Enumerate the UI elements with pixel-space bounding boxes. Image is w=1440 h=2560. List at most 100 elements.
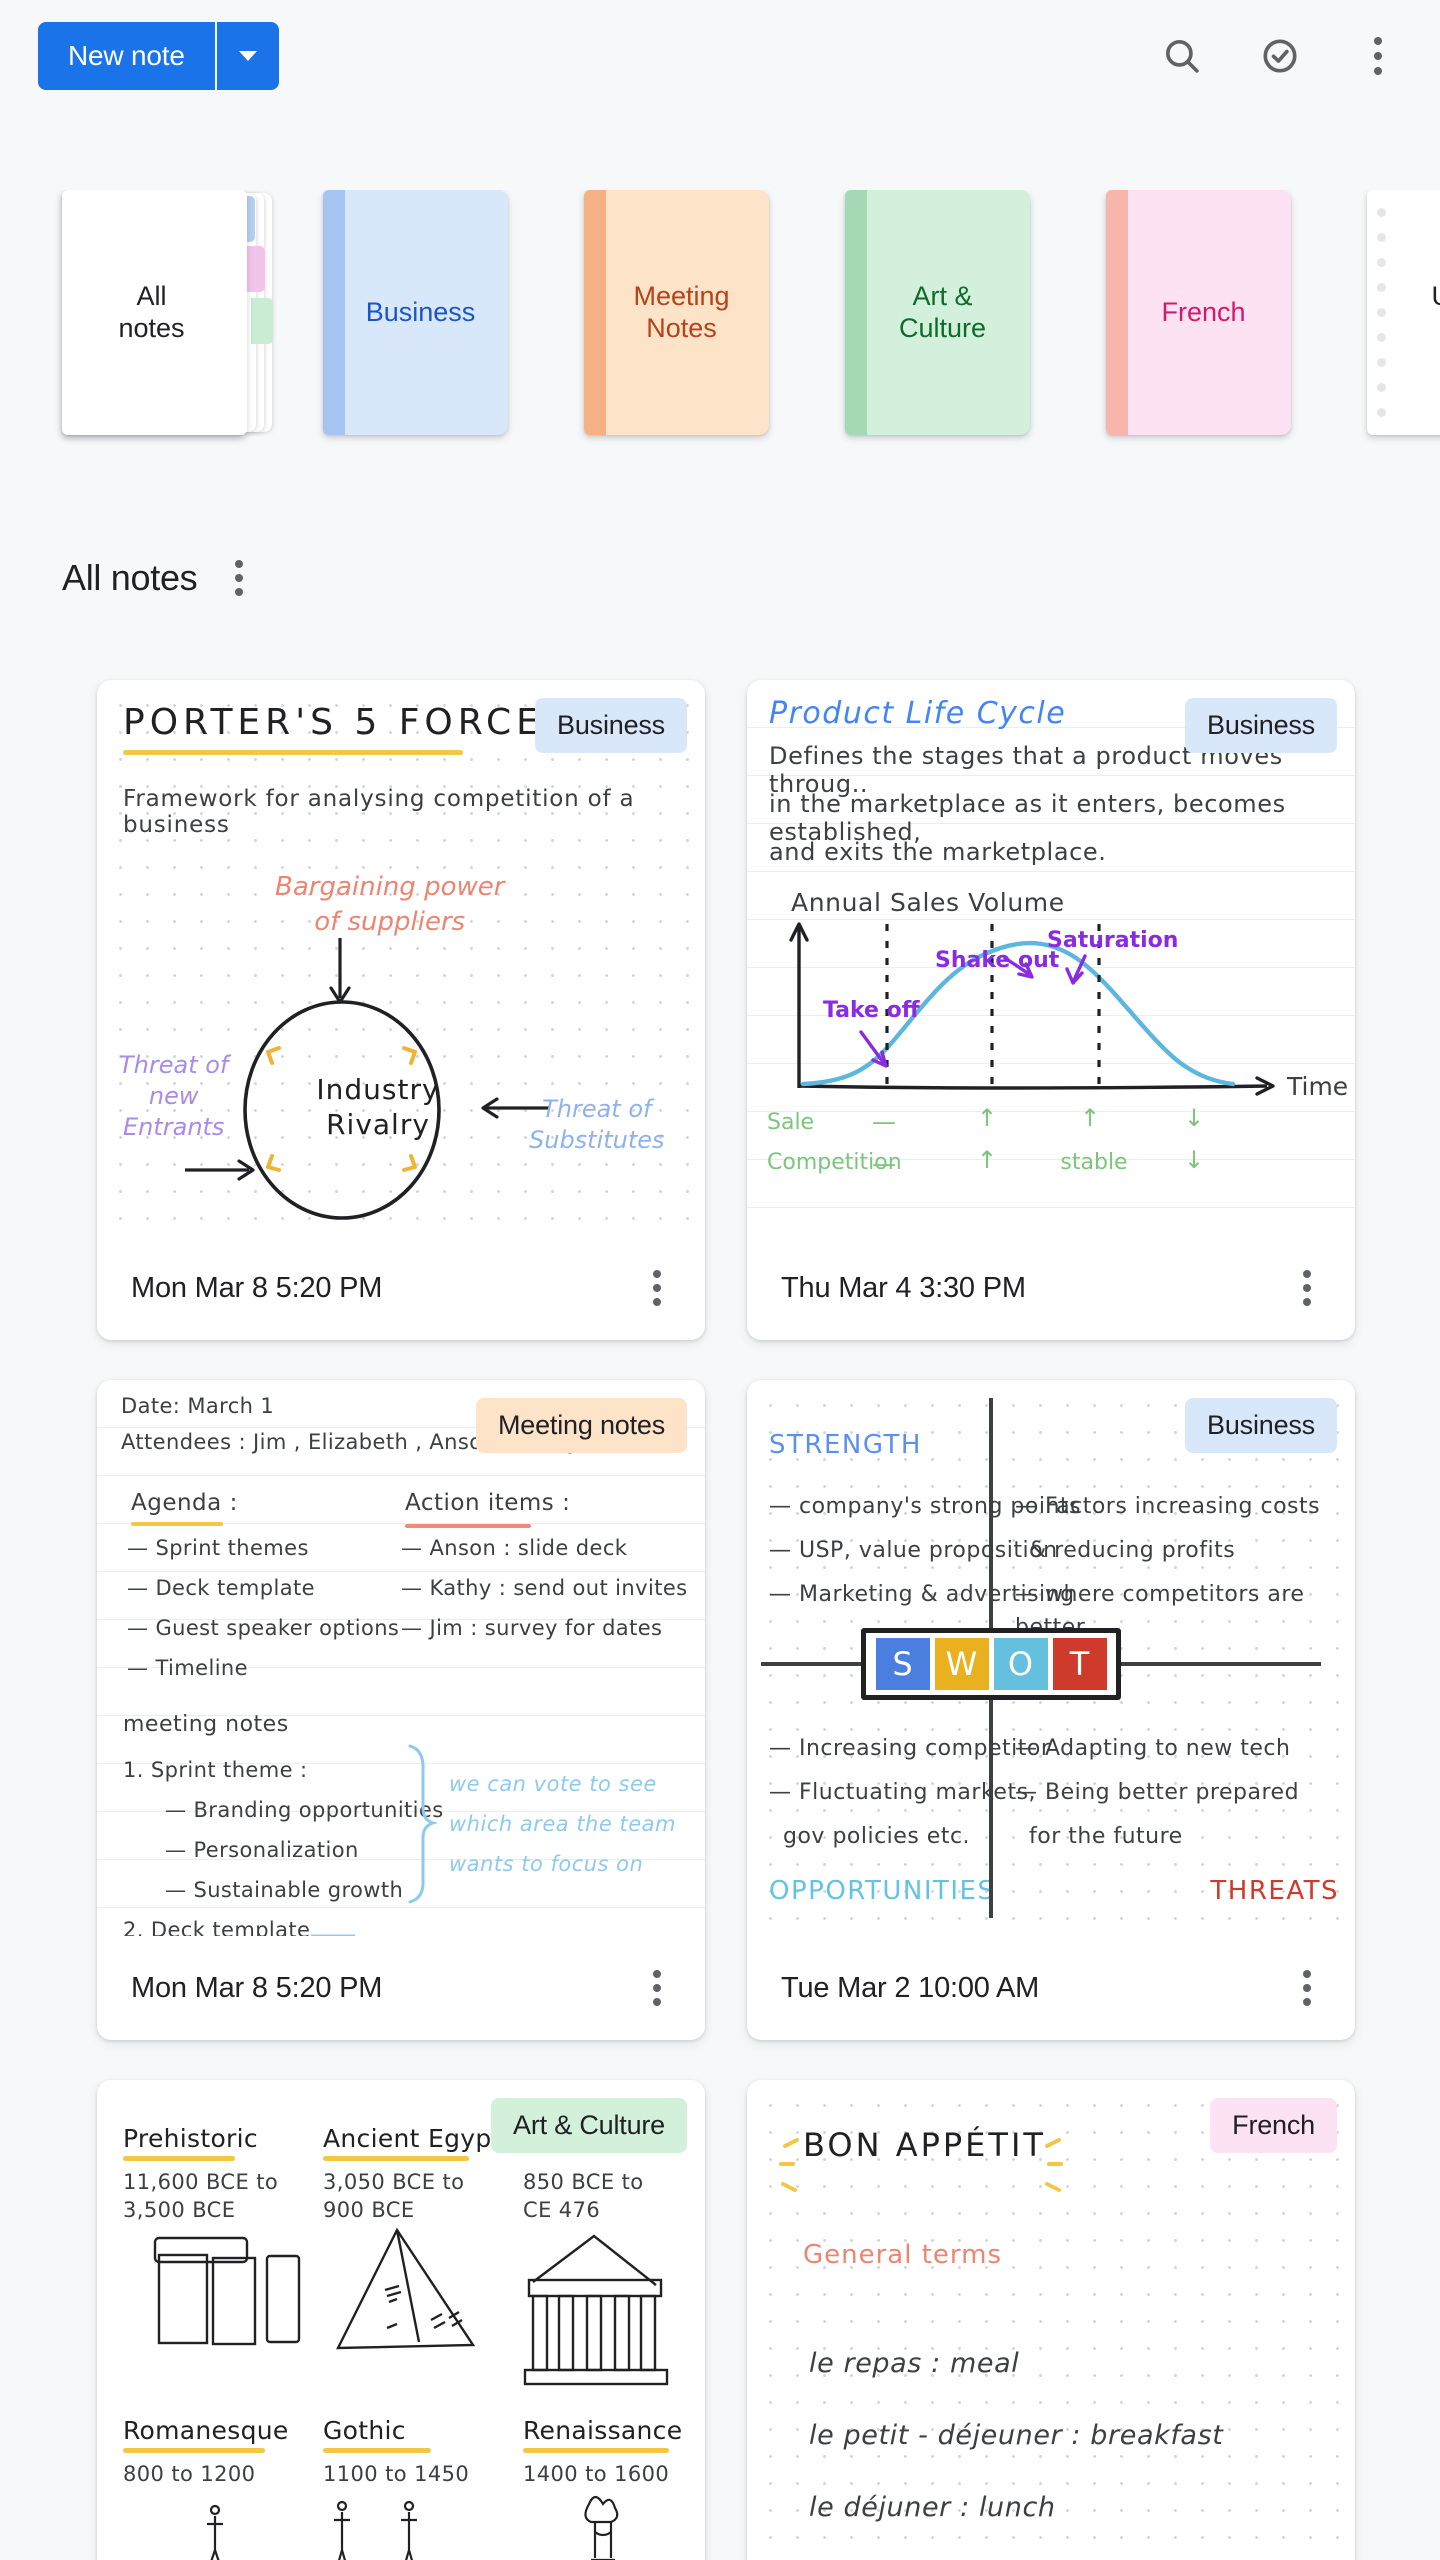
swot-letter-s: S xyxy=(875,1638,930,1690)
new-note-split-button[interactable]: New note xyxy=(38,22,279,90)
statue-icon xyxy=(584,2495,619,2560)
note-timestamp: Mon Mar 8 5:20 PM xyxy=(131,1271,383,1304)
toolbar-actions xyxy=(1150,22,1410,90)
table-cell: ↑ xyxy=(976,1104,998,1132)
swot-strength-heading: STRENGTH xyxy=(769,1430,922,1460)
annotation-text: Saturation xyxy=(1047,928,1179,953)
notebook-art-culture[interactable]: Art & Culture xyxy=(845,190,1030,435)
note-footer: Tue Mar 2 10:00 AM xyxy=(747,1936,1355,2040)
note-card-product-life-cycle[interactable]: Business Product Life Cycle Defines the … xyxy=(747,680,1355,1340)
note-more-vert-icon[interactable] xyxy=(1293,1960,1321,2016)
notebook-french[interactable]: French xyxy=(1106,190,1291,435)
center-line2: Rivalry xyxy=(326,1108,430,1141)
tab-marker-green xyxy=(251,298,273,344)
note-annotation-line2: which area the team xyxy=(449,1812,676,1836)
note-card-porters-5-forces[interactable]: Business PORTER'S 5 FORCES Framework for… xyxy=(97,680,705,1340)
swot-letter-o: O xyxy=(993,1638,1048,1690)
note-card-bon-appetit[interactable]: French BON APPÉTIT General terms le repa… xyxy=(747,2080,1355,2560)
note-subtitle: General terms xyxy=(803,2240,1003,2270)
chart-x-axis-label: Time xyxy=(1287,1072,1349,1101)
force-center-label: Industry Rivalry xyxy=(293,1072,463,1142)
binder-holes-icon xyxy=(1377,208,1386,417)
new-note-dropdown-button[interactable] xyxy=(216,22,279,90)
table-cell: ↓ xyxy=(1183,1104,1205,1132)
note-timestamp: Tue Mar 2 10:00 AM xyxy=(781,1971,1040,2004)
table-row-label-sale: Sale xyxy=(767,1110,815,1135)
note-preview: Business Product Life Cycle Defines the … xyxy=(747,680,1355,1236)
swot-letter-w: W xyxy=(934,1638,989,1690)
table-cell: ↓ xyxy=(1183,1146,1205,1174)
notebook-chip: Business xyxy=(535,698,687,753)
check-circle-icon[interactable] xyxy=(1248,24,1312,88)
swot-threat-item: — Adapting to new tech xyxy=(1015,1736,1291,1761)
swot-letter-t: T xyxy=(1052,1638,1107,1690)
chart-annotation-saturation: Saturation xyxy=(1047,928,1178,953)
notebook-all-notes[interactable]: All notes xyxy=(62,190,273,435)
vocab-entry: le petit - déjeuner : breakfast xyxy=(809,2420,1224,2451)
swot-weakness-item: — Factors increasing costs xyxy=(1015,1494,1321,1519)
note-footer: Thu Mar 4 3:30 PM xyxy=(747,1236,1355,1340)
top-toolbar: New note xyxy=(0,0,1440,112)
notebook-title-line1: Business xyxy=(365,296,476,327)
note-card-meeting-notes[interactable]: Meeting notes Date: March 1 Attendees : … xyxy=(97,1380,705,2040)
vocab-entry: le déjuner : lunch xyxy=(809,2492,1056,2523)
note-card-swot[interactable]: Business STRENGTH — company's strong poi… xyxy=(747,1380,1355,2040)
note-preview: Art & Culture Prehistoric 11,600 BCE to … xyxy=(97,2080,705,2560)
notebook-spine xyxy=(1106,190,1128,435)
section-header: All notes xyxy=(62,552,251,604)
force-substitutes: Threat of Substitutes xyxy=(529,1094,665,1156)
notebook-business[interactable]: Business xyxy=(323,190,508,435)
swot-weakness-item: & reducing profits xyxy=(1029,1538,1236,1563)
note-annotation-line1: we can vote to see xyxy=(449,1772,657,1796)
table-cell: — xyxy=(872,1150,896,1178)
note-timestamp: Mon Mar 8 5:20 PM xyxy=(131,1971,383,2004)
note-annotation-line3: wants to focus on xyxy=(449,1852,644,1876)
figures-icon xyxy=(334,2500,417,2560)
note-timestamp: Thu Mar 4 3:30 PM xyxy=(781,1271,1026,1304)
more-vert-icon[interactable] xyxy=(1346,24,1410,88)
annotation-text: Take off xyxy=(823,998,920,1023)
note-more-vert-icon[interactable] xyxy=(1293,1260,1321,1316)
notebook-title-line2: notes xyxy=(118,312,185,343)
notebook-title: All notes xyxy=(118,281,190,345)
note-preview: Business STRENGTH — company's strong poi… xyxy=(747,1380,1355,1936)
search-icon[interactable] xyxy=(1150,24,1214,88)
note-title: BON APPÉTIT xyxy=(803,2126,1046,2164)
swot-opportunity-item: — Fluctuating markets, xyxy=(769,1780,1037,1805)
section-more-vert-icon[interactable] xyxy=(227,552,251,604)
notebook-title-line1: Meeting xyxy=(633,280,730,311)
force-substitutes-line1: Threat of xyxy=(542,1095,652,1123)
notebook-chip: Meeting notes xyxy=(475,1398,687,1453)
note-card-art-culture-timeline[interactable]: Art & Culture Prehistoric 11,600 BCE to … xyxy=(97,2080,705,2560)
notebook-title-line1: Art & xyxy=(912,280,973,311)
notebook-shelf[interactable]: All notes Business Meeting Notes Art & C… xyxy=(0,190,1440,460)
vocab-entry: le repas : meal xyxy=(809,2348,1020,2379)
notebook-unfiled-notes[interactable]: Unfiled notes xyxy=(1367,190,1440,435)
note-footer: Mon Mar 8 5:20 PM xyxy=(97,1936,705,2040)
notebook-title-line1: French xyxy=(1161,296,1246,327)
notes-grid: Business PORTER'S 5 FORCES Framework for… xyxy=(0,680,1440,2560)
figure-icon xyxy=(207,2504,223,2560)
new-note-button[interactable]: New note xyxy=(38,22,215,90)
note-preview: French BON APPÉTIT General terms le repa… xyxy=(747,2080,1355,2560)
note-more-vert-icon[interactable] xyxy=(643,1260,671,1316)
notebook-title-line1: Unfiled xyxy=(1431,281,1440,313)
note-footer: Mon Mar 8 5:20 PM xyxy=(97,1236,705,1340)
notebook-meeting-notes[interactable]: Meeting Notes xyxy=(584,190,769,435)
notebook-title: Art & Culture xyxy=(883,281,992,345)
notebook-spine xyxy=(323,190,345,435)
notebook-cover: All notes xyxy=(62,190,247,435)
force-substitutes-line2: Substitutes xyxy=(529,1126,665,1155)
swot-strength-item: — USP, value proposition xyxy=(769,1538,1058,1563)
note-more-vert-icon[interactable] xyxy=(643,1960,671,2016)
notebook-title: French xyxy=(1145,297,1251,329)
notebook-title: Business xyxy=(350,297,482,329)
notebook-chip: Business xyxy=(1185,698,1337,753)
table-cell: stable xyxy=(1060,1150,1128,1175)
table-cell: ↑ xyxy=(1079,1104,1101,1132)
note-preview: Meeting notes Date: March 1 Attendees : … xyxy=(97,1380,705,1936)
notebook-title-line2: Notes xyxy=(646,312,717,343)
annotation-text: Shake out xyxy=(935,948,1060,973)
note-preview: Business PORTER'S 5 FORCES Framework for… xyxy=(97,680,705,1236)
force-entrants-line2: new xyxy=(148,1082,199,1111)
